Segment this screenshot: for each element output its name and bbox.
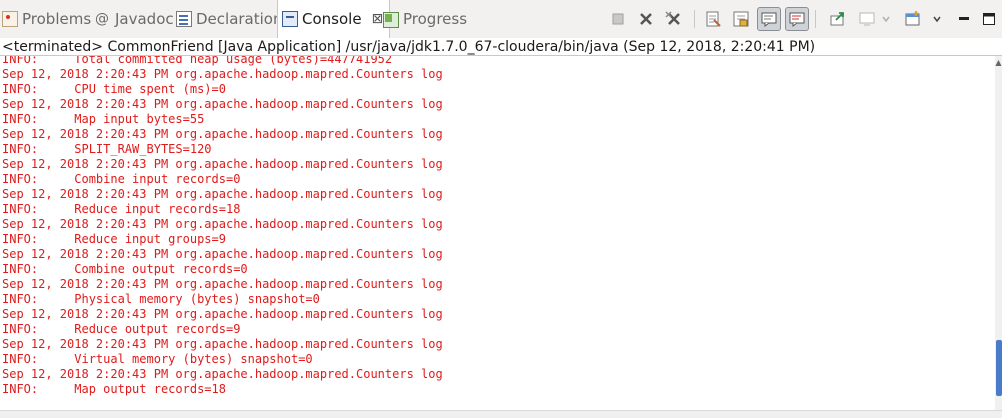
pin-console-icon[interactable] — [828, 9, 848, 29]
problems-icon — [2, 11, 18, 27]
display-selected-console-icon[interactable] — [857, 9, 877, 29]
tab-console[interactable]: Console ⊠ — [277, 0, 391, 38]
open-console-icon[interactable] — [903, 9, 923, 29]
view-menu-icon[interactable] — [927, 9, 947, 29]
console-line: Sep 12, 2018 2:20:43 PM org.apache.hadoo… — [2, 67, 443, 81]
console-line: Sep 12, 2018 2:20:43 PM org.apache.hadoo… — [2, 187, 443, 201]
tab-console-label: Console — [302, 10, 362, 28]
console-line: INFO: Map input bytes=55 — [2, 112, 205, 126]
tab-problems-label: Problems — [22, 10, 92, 28]
console-line: Sep 12, 2018 2:20:43 PM org.apache.hadoo… — [2, 97, 443, 111]
show-on-stdout-icon[interactable] — [757, 7, 781, 31]
tab-javadoc-label: Javadoc — [115, 10, 174, 28]
toolbar-separator — [694, 10, 695, 28]
console-line: Sep 12, 2018 2:20:43 PM org.apache.hadoo… — [2, 127, 443, 141]
tab-javadoc[interactable]: @ Javadoc — [95, 0, 174, 38]
console-line: Sep 12, 2018 2:20:43 PM org.apache.hadoo… — [2, 217, 443, 231]
console-line: Sep 12, 2018 2:20:43 PM org.apache.hadoo… — [2, 247, 443, 261]
tab-declaration[interactable]: Declaration — [176, 0, 282, 38]
console-output[interactable]: INFO: Total committed heap usage (bytes)… — [0, 56, 996, 410]
console-line: INFO: Virtual memory (bytes) snapshot=0 — [2, 352, 313, 366]
view-tab-bar: Problems @ Javadoc Declaration Console ⊠… — [0, 0, 1002, 38]
minimize-icon[interactable] — [954, 9, 974, 29]
console-icon — [282, 11, 298, 27]
console-line: Sep 12, 2018 2:20:43 PM org.apache.hadoo… — [2, 277, 443, 291]
tab-progress[interactable]: Progress — [383, 0, 467, 38]
horizontal-scrollbar[interactable] — [0, 410, 1002, 418]
tab-problems[interactable]: Problems — [2, 0, 91, 38]
tab-declaration-label: Declaration — [196, 10, 283, 28]
scroll-lock-icon[interactable] — [731, 9, 751, 29]
vertical-scrollbar[interactable]: ▲ — [995, 56, 1002, 410]
tab-progress-label: Progress — [403, 10, 468, 28]
javadoc-icon: @ — [95, 11, 109, 27]
scroll-up-arrow-icon[interactable]: ▲ — [995, 56, 1002, 70]
show-on-stderr-icon[interactable] — [785, 7, 809, 31]
console-lines: INFO: Total committed heap usage (bytes)… — [2, 56, 443, 397]
console-line: INFO: Reduce input groups=9 — [2, 232, 226, 246]
remove-all-terminated-icon[interactable] — [664, 9, 684, 29]
console-line: Sep 12, 2018 2:20:43 PM org.apache.hadoo… — [2, 367, 443, 381]
console-line: INFO: Physical memory (bytes) snapshot=0 — [2, 292, 320, 306]
dropdown-arrow-icon[interactable] — [876, 9, 896, 29]
console-line: Sep 12, 2018 2:20:43 PM org.apache.hadoo… — [2, 157, 443, 171]
console-line: INFO: Total committed heap usage (bytes)… — [2, 56, 393, 66]
console-line: INFO: CPU time spent (ms)=0 — [2, 82, 226, 96]
progress-icon — [383, 12, 399, 28]
console-line: INFO: Combine input records=0 — [2, 172, 241, 186]
toolbar-separator — [815, 10, 816, 28]
maximize-icon[interactable] — [979, 9, 999, 29]
terminate-icon[interactable] — [608, 9, 628, 29]
console-line: INFO: SPLIT_RAW_BYTES=120 — [2, 142, 212, 156]
console-line: INFO: Combine output records=0 — [2, 262, 248, 276]
console-line: Sep 12, 2018 2:20:43 PM org.apache.hadoo… — [2, 307, 443, 321]
console-line: INFO: Reduce input records=18 — [2, 202, 241, 216]
console-status-line: <terminated> CommonFriend [Java Applicat… — [0, 38, 1002, 56]
console-line: INFO: Map output records=18 — [2, 382, 226, 396]
scrollbar-thumb[interactable] — [996, 340, 1002, 396]
console-line: INFO: Reduce output records=9 — [2, 322, 241, 336]
declaration-icon — [176, 11, 192, 27]
close-tab-icon[interactable]: ⊠ — [372, 11, 384, 27]
console-line: Sep 12, 2018 2:20:43 PM org.apache.hadoo… — [2, 337, 443, 351]
remove-launch-icon[interactable] — [636, 9, 656, 29]
clear-console-icon[interactable] — [703, 9, 723, 29]
